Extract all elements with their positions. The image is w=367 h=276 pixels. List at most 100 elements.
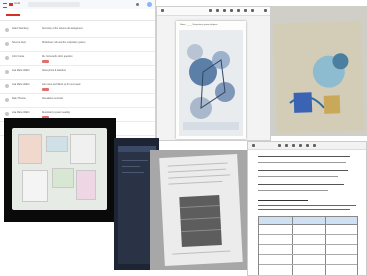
app-name: Gmail: [14, 3, 20, 5]
instruction-line: [258, 205, 356, 206]
hand-drawn-diagram: [289, 53, 349, 114]
attachment-chip[interactable]: [42, 60, 49, 63]
email-sender: Dale Thomas: [12, 98, 26, 100]
toolbar-icon[interactable]: [313, 144, 316, 147]
question-line: [258, 156, 350, 157]
toolbar-icon[interactable]: [252, 144, 255, 147]
table-worksheet-screenshot: [247, 141, 367, 276]
textbook-page-photo: [150, 150, 250, 270]
avatar: [5, 84, 9, 88]
table-row-divider: [259, 244, 357, 245]
table-line: [179, 205, 220, 209]
answer-line: [258, 190, 328, 191]
doc-toolbar: [248, 142, 366, 150]
tablet-card: [46, 136, 68, 152]
avatar: [5, 98, 9, 102]
table-line: [181, 228, 222, 233]
email-row[interactable]: Adam Weinberg Summary of the science lab…: [0, 24, 155, 38]
settings-icon[interactable]: [136, 3, 139, 6]
email-subject: Worksheet: wrk and the respiratory syste…: [42, 42, 86, 44]
email-row[interactable]: Science Dept. Worksheet: wrk and the res…: [0, 38, 155, 52]
avatar: [5, 112, 9, 116]
email-subject: Respiratory system reading: [42, 112, 70, 114]
menu-icon[interactable]: [3, 3, 7, 8]
text-line: [167, 168, 226, 173]
tablet-card: [22, 170, 48, 202]
avatar: [5, 28, 9, 32]
worksheet-page: Name: _____ Respiratory system diagram: [176, 21, 246, 139]
account-avatar[interactable]: [147, 2, 152, 7]
toolbar-icon[interactable]: [216, 9, 219, 12]
instruction-line: [258, 209, 350, 210]
table-row-divider: [259, 234, 357, 235]
tab-primary[interactable]: [6, 14, 20, 16]
toolbar-icon[interactable]: [292, 144, 295, 147]
email-sender: Lisa Marie Walsh: [12, 84, 30, 86]
tablet-card: [76, 170, 96, 200]
tablet-screen: [12, 128, 107, 210]
email-sender: Lisa Marie Walsh: [12, 112, 30, 114]
email-row[interactable]: John Cooke Re: homework rubric question: [0, 52, 155, 66]
section-heading-line: [258, 200, 308, 201]
table-row-divider: [259, 254, 357, 255]
worksheet-title: Name: _____ Respiratory system diagram: [180, 24, 218, 26]
textbook-table: [179, 195, 222, 248]
table-row-divider: [259, 264, 357, 265]
toolbar-icon[interactable]: [244, 9, 247, 12]
respiratory-diagram: [179, 30, 243, 136]
inbox-tabs: [0, 11, 155, 21]
table-column-divider: [325, 217, 326, 275]
avatar: [5, 42, 9, 46]
question-line: [258, 184, 344, 185]
toolbar-icon[interactable]: [285, 144, 288, 147]
toolbar-icon[interactable]: [223, 9, 226, 12]
answer-line: [258, 176, 338, 177]
tablet-photo: [4, 118, 116, 222]
viewer-toolbar: [157, 7, 270, 16]
avatar: [5, 56, 9, 60]
paper-sheet: [273, 20, 365, 134]
paper-photo: [271, 6, 367, 136]
text-line: [172, 250, 231, 255]
toolbar-icon[interactable]: [306, 144, 309, 147]
tablet-card: [18, 134, 42, 164]
worksheet-viewer-screenshot: Name: _____ Respiratory system diagram: [156, 6, 271, 141]
email-subject: Summary of the science lab assignment: [42, 28, 83, 30]
email-row[interactable]: Dale Thomas Attendance reminder: [0, 94, 155, 108]
email-row[interactable]: Lisa Marie Walsh Class photo & attached: [0, 66, 155, 80]
email-row[interactable]: Lisa Marie Walsh Lab notes and follow up…: [0, 80, 155, 94]
table-column-divider: [292, 217, 293, 275]
attachment-chip[interactable]: [42, 88, 49, 91]
toolbar-icon[interactable]: [251, 9, 254, 12]
textbook-page: [159, 154, 243, 266]
email-toolbar: Gmail: [0, 0, 155, 9]
text-line: [167, 162, 228, 167]
gmail-logo: [9, 3, 13, 6]
data-table: [258, 216, 358, 275]
toolbar-icon[interactable]: [237, 9, 240, 12]
search-input[interactable]: [28, 2, 80, 7]
toolbar-icon[interactable]: [209, 9, 212, 12]
more-icon[interactable]: [264, 9, 267, 12]
tablet-card: [70, 134, 96, 164]
table-line: [180, 216, 221, 221]
email-sender: Adam Weinberg: [12, 28, 29, 30]
content-line: [122, 160, 148, 161]
email-subject: Re: homework rubric question: [42, 56, 73, 58]
avatar: [5, 70, 9, 74]
answer-line: [258, 162, 346, 163]
back-icon[interactable]: [161, 9, 164, 12]
email-sender: John Cooke: [12, 56, 25, 58]
tablet-card: [52, 168, 74, 188]
content-line: [122, 172, 144, 173]
content-line: [122, 166, 140, 167]
email-subject: Class photo & attached: [42, 70, 66, 72]
question-line: [258, 170, 348, 171]
toolbar-icon[interactable]: [299, 144, 302, 147]
text-line: [168, 174, 231, 179]
toolbar-icon[interactable]: [278, 144, 281, 147]
email-subject: Attendance reminder: [42, 98, 64, 100]
toolbar-icon[interactable]: [230, 9, 233, 12]
table-header-row: [259, 217, 357, 225]
email-subject: Lab notes and follow up for next week: [42, 84, 81, 86]
